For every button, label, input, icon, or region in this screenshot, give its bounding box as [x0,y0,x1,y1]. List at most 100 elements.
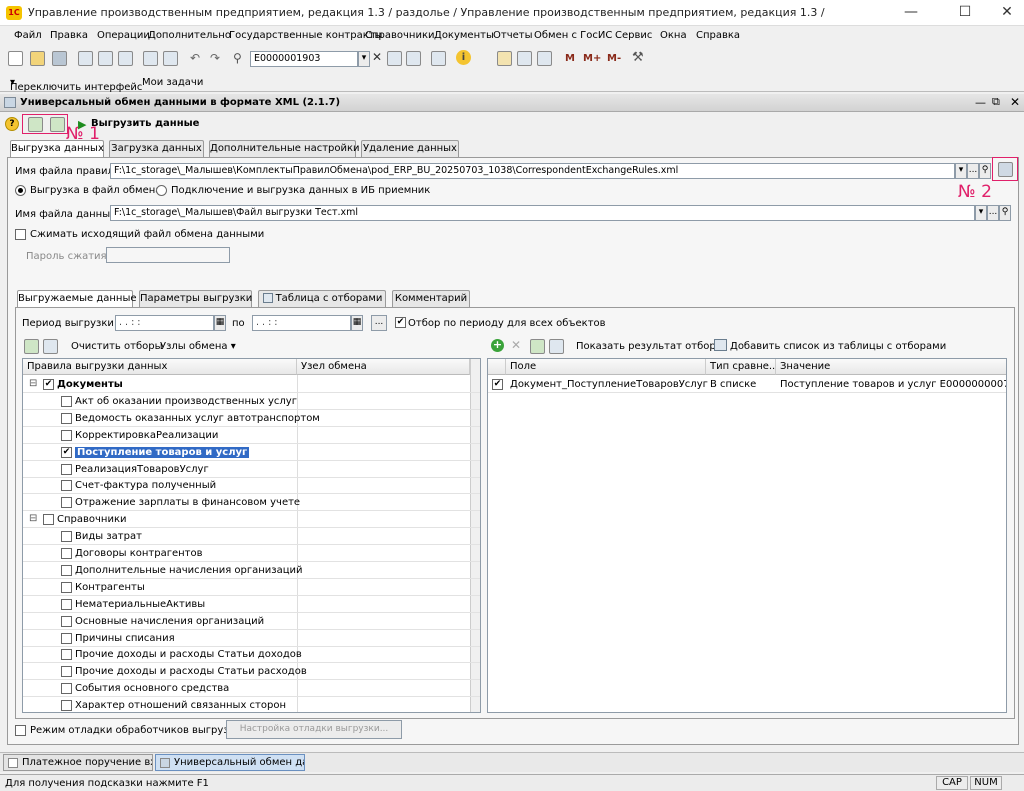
calculator-icon[interactable] [517,51,532,66]
windows-icon[interactable] [431,51,446,66]
tree-row-checkbox[interactable] [61,480,72,492]
tree-row[interactable]: ⊟ Справочники [23,511,480,529]
tree-row[interactable]: Прочие доходы и расходы Статьи доходов [23,646,480,664]
tree-row[interactable]: События основного средства [23,680,480,698]
tree-row-checkbox[interactable] [61,429,72,441]
menu-item[interactable]: Обмен с ГосИС [534,30,612,41]
tree-row[interactable]: Ведомость оказанных услуг автотранспорто… [23,410,480,427]
print-icon[interactable] [143,51,158,66]
collapse-icon[interactable]: ⊟ [29,513,37,524]
tree-row-checkbox[interactable] [61,412,72,424]
tree-row-checkbox[interactable] [61,683,72,695]
col-rules[interactable]: Правила выгрузки данных [23,359,297,375]
tree-row[interactable]: РеализацияТоваровУслуг [23,461,480,478]
clear-search-icon[interactable]: ✕ [372,50,382,64]
paste-icon[interactable] [118,51,133,66]
copy-icon[interactable] [98,51,113,66]
save-icon[interactable] [52,51,67,66]
add-icon[interactable]: + [491,339,504,352]
data-file-input[interactable]: F:\1c_storage\_Малышев\Файл выгрузки Тес… [110,205,975,221]
debug-settings-button[interactable]: Настройка отладки выгрузки... [226,720,402,739]
tree-row-checkbox[interactable] [61,395,72,407]
col-node[interactable]: Узел обмена [297,359,470,375]
menu-item[interactable]: Операции [97,30,150,41]
tree-row-checkbox[interactable] [61,632,72,644]
rules-open-icon[interactable]: ⚲ [979,163,991,179]
menu-item[interactable]: Отчеты [493,30,532,41]
subtab-export-params[interactable]: Параметры выгрузки [139,290,252,307]
redo-icon[interactable]: ↷ [210,51,220,65]
undo-icon[interactable]: ↶ [190,51,200,65]
open-icon[interactable] [30,51,45,66]
delete-icon[interactable]: ✕ [511,338,521,352]
menu-item[interactable]: Дополнительно [148,30,231,41]
tree-row-checkbox[interactable] [61,700,72,712]
tree-row[interactable]: Контрагенты [23,579,480,596]
rules-file-input[interactable]: F:\1c_storage\_Малышев\КомплектыПравилОб… [110,163,955,179]
form-restore-button[interactable]: ⧉ [992,95,1000,109]
clear-filters-button[interactable]: Очистить отборы [71,341,162,352]
preview-icon[interactable] [163,51,178,66]
window-tab-payment[interactable]: Платежное поручение входя... [3,754,153,771]
table-add-icon[interactable] [714,339,727,351]
tree-row-checkbox[interactable] [61,649,72,661]
tree-row[interactable]: Акт об оказании производственных услуг [23,393,480,410]
debug-mode-checkbox[interactable] [15,725,26,736]
calendar-icon[interactable] [497,51,512,66]
memory-plus-button[interactable]: M+ [583,53,601,64]
rules-dropdown-button[interactable]: ▾ [955,163,967,179]
search-dropdown-button[interactable]: ▾ [358,51,370,67]
compress-checkbox[interactable] [15,229,26,240]
col-value[interactable]: Значение [776,359,1006,375]
tree-row-checkbox[interactable] [61,564,72,576]
tree-row-checkbox[interactable] [61,598,72,610]
filter-row[interactable]: ✔ Документ_ПоступлениеТоваровУслуг В спи… [488,376,1006,393]
memory-minus-button[interactable]: M- [607,53,621,64]
collapse-icon[interactable]: ⊟ [29,378,37,389]
subtab-filter-table[interactable]: Таблица с отборами [258,290,386,307]
period-start-calendar-icon[interactable]: ▦ [214,315,226,331]
tree-row-checkbox[interactable] [61,666,72,678]
search-input[interactable]: E0000001903 [250,51,358,67]
uncheck-all-filter-icon[interactable] [549,339,564,354]
menu-item[interactable]: Государственные контракты [229,30,382,41]
export-to-ib-radio[interactable] [156,185,167,196]
form-close-button[interactable]: ✕ [1010,95,1020,109]
period-all-checkbox[interactable]: ✔ [395,317,406,328]
tree-row-checkbox[interactable]: ✔ [43,379,54,390]
tab-import[interactable]: Загрузка данных [109,140,204,157]
tree-row[interactable]: Отражение зарплаты в финансовом учете [23,494,480,512]
check-all-filter-icon[interactable] [530,339,545,354]
tab-delete-data[interactable]: Удаление данных [361,140,459,157]
tree-row[interactable]: КорректировкаРеализации [23,427,480,444]
close-button[interactable]: ✕ [984,0,1024,26]
menu-item[interactable]: Документы [434,30,494,41]
cut-icon[interactable] [78,51,93,66]
tree-row-checkbox[interactable] [61,615,72,627]
menu-item[interactable]: Окна [660,30,687,41]
tree-row[interactable]: Виды затрат [23,528,480,546]
maximize-button[interactable]: ☐ [942,0,988,26]
rules-select-button[interactable]: ... [967,163,979,179]
tree-row[interactable]: Договоры контрагентов [23,545,480,562]
export-data-button[interactable]: Выгрузить данные [91,118,199,129]
tree-row[interactable]: Причины списания [23,630,480,647]
switch-interface-button[interactable]: Переключить интерфейс ▾ [10,77,142,93]
tree-row-checkbox[interactable] [61,548,72,559]
filter-row-checkbox[interactable]: ✔ [492,379,503,390]
period-start-input[interactable]: . . : : [115,315,214,331]
exchange-nodes-button[interactable]: Узлы обмена ▾ [160,341,236,352]
tree-row[interactable]: Счет-фактура полученный [23,477,480,495]
col-field[interactable]: Поле [506,359,706,375]
menu-item[interactable]: Сервис [615,30,652,41]
new-icon[interactable] [8,51,23,66]
period-end-calendar-icon[interactable]: ▦ [351,315,363,331]
tab-additional-settings[interactable]: Дополнительные настройки [209,140,360,157]
password-input[interactable] [106,247,230,263]
find-icon[interactable]: ⚲ [233,51,242,65]
tree-row-checkbox[interactable] [61,497,72,509]
menu-item[interactable]: Файл [14,30,42,41]
tools-icon[interactable]: ⚒ [632,50,644,65]
data-dropdown-button[interactable]: ▾ [975,205,987,221]
tree-row[interactable]: ⊟ ✔ Документы [23,376,480,393]
